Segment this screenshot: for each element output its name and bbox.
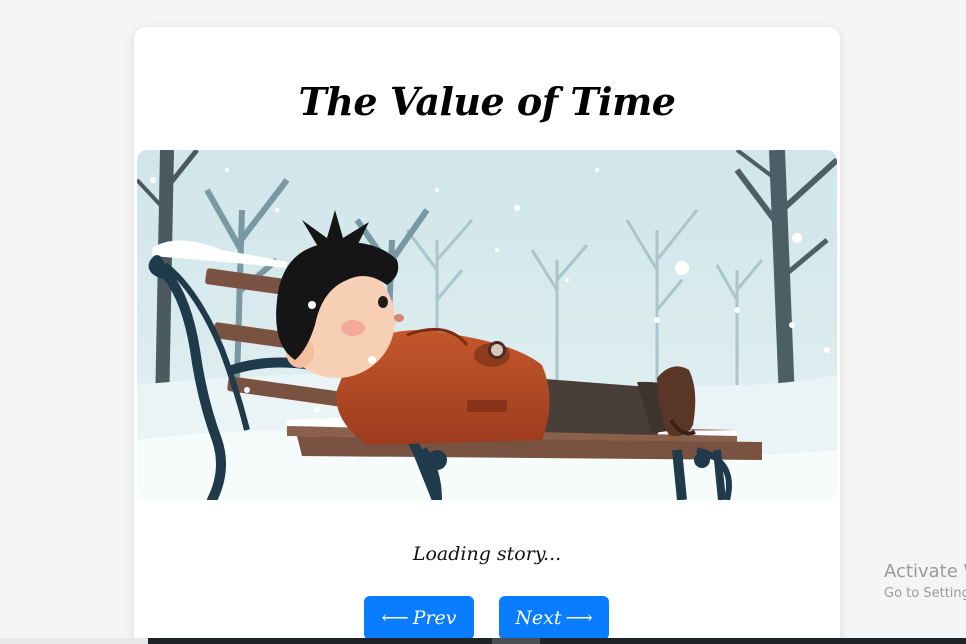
arrow-right-icon: ⟶ bbox=[565, 607, 593, 629]
watermark-title: Activate Windows bbox=[884, 561, 966, 582]
arrow-left-icon: ⟵ bbox=[381, 607, 409, 629]
activate-windows-watermark: Activate Windows Go to Settings to activ… bbox=[884, 561, 966, 601]
page: The Value of Time Loading story... ⟵ Pre… bbox=[0, 0, 966, 644]
next-button-label: Next bbox=[515, 607, 562, 629]
prev-button[interactable]: ⟵ Prev bbox=[364, 596, 474, 640]
taskbar-active-app[interactable] bbox=[492, 638, 540, 644]
taskbar bbox=[148, 638, 966, 644]
watermark-subtitle: Go to Settings to activate Windows. bbox=[884, 586, 966, 601]
story-card: The Value of Time Loading story... ⟵ Pre… bbox=[134, 27, 840, 644]
story-illustration bbox=[137, 150, 837, 500]
story-status: Loading story... bbox=[412, 543, 562, 565]
next-button[interactable]: Next ⟶ bbox=[499, 596, 609, 640]
prev-button-label: Prev bbox=[412, 607, 457, 629]
story-title: The Value of Time bbox=[298, 79, 676, 124]
